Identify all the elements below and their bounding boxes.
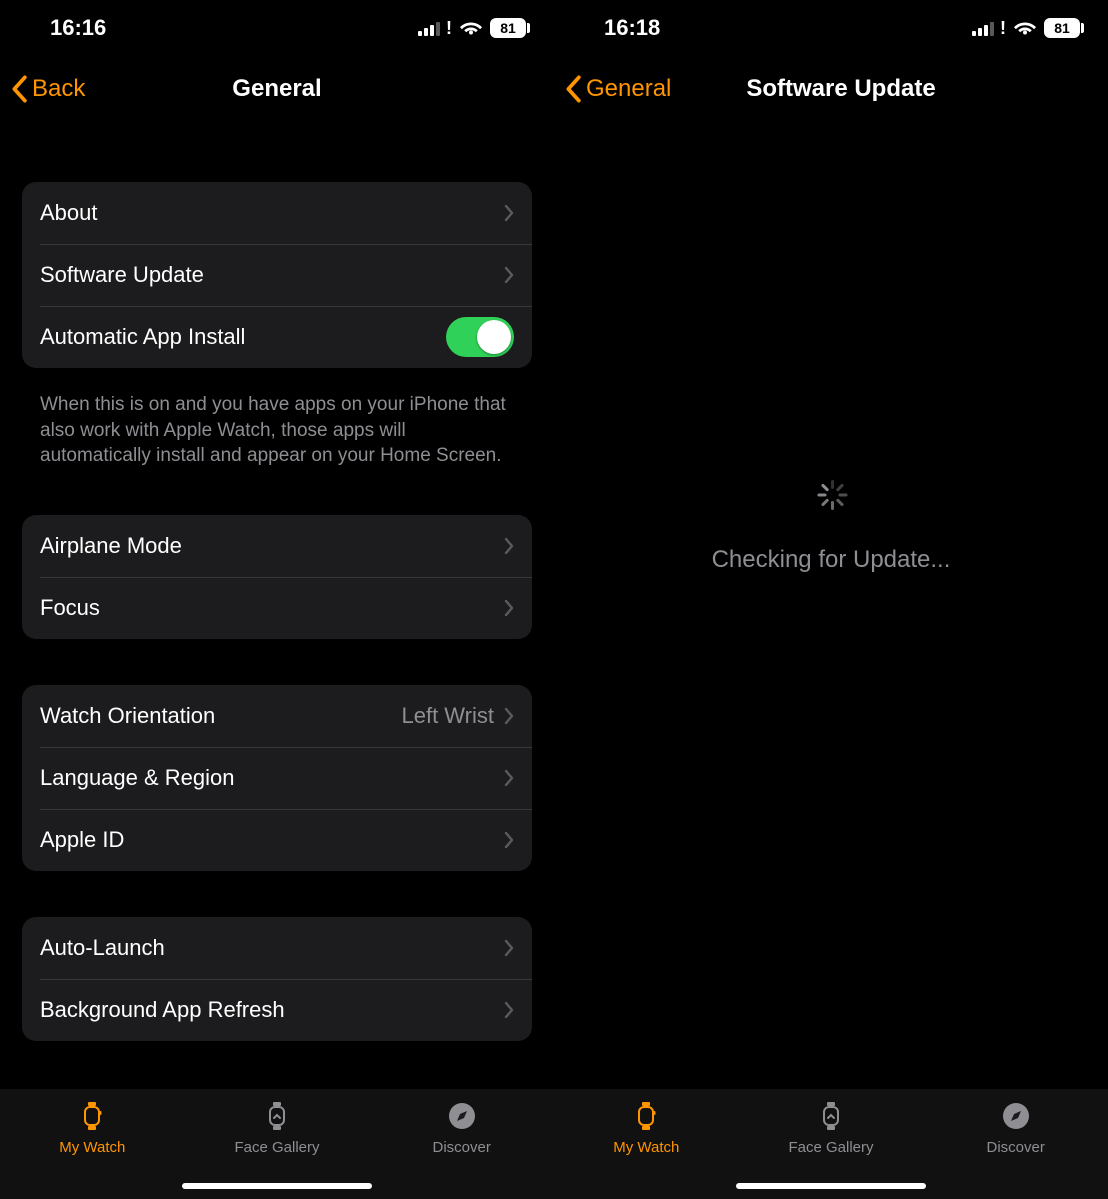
automatic-app-install-toggle[interactable] bbox=[446, 317, 514, 357]
row-label: Airplane Mode bbox=[40, 533, 504, 559]
back-button[interactable]: General bbox=[554, 75, 671, 103]
status-bar: 16:16 ! 81 bbox=[0, 0, 554, 56]
row-airplane-mode[interactable]: Airplane Mode bbox=[22, 515, 532, 577]
row-label: Apple ID bbox=[40, 827, 504, 853]
tab-bar: My Watch Face Gallery Discover bbox=[554, 1089, 1108, 1199]
tab-discover[interactable]: Discover bbox=[923, 1099, 1108, 1199]
row-label: Language & Region bbox=[40, 765, 504, 791]
watch-face-icon bbox=[264, 1099, 290, 1133]
chevron-right-icon bbox=[504, 599, 514, 617]
row-value: Left Wrist bbox=[401, 703, 494, 729]
settings-group-4: Auto-Launch Background App Refresh bbox=[22, 917, 532, 1041]
row-label: Focus bbox=[40, 595, 504, 621]
row-label: Software Update bbox=[40, 262, 504, 288]
screen-general: 16:16 ! 81 Back General About Soft bbox=[0, 0, 554, 1199]
row-apple-id[interactable]: Apple ID bbox=[22, 809, 532, 871]
wifi-icon bbox=[460, 20, 482, 36]
row-focus[interactable]: Focus bbox=[22, 577, 532, 639]
status-icons: ! 81 bbox=[972, 18, 1080, 38]
chevron-right-icon bbox=[504, 939, 514, 957]
compass-icon bbox=[1001, 1099, 1031, 1133]
row-automatic-app-install: Automatic App Install bbox=[22, 306, 532, 368]
tab-label: Discover bbox=[433, 1139, 491, 1156]
row-watch-orientation[interactable]: Watch Orientation Left Wrist bbox=[22, 685, 532, 747]
back-label: Back bbox=[32, 75, 85, 103]
no-sim-icon: ! bbox=[446, 19, 452, 37]
row-label: Auto-Launch bbox=[40, 935, 504, 961]
row-background-app-refresh[interactable]: Background App Refresh bbox=[22, 979, 532, 1041]
status-icons: ! 81 bbox=[418, 18, 526, 38]
tab-label: Face Gallery bbox=[234, 1139, 319, 1156]
row-label: Background App Refresh bbox=[40, 997, 504, 1023]
loading-text: Checking for Update... bbox=[712, 546, 951, 574]
row-label: Watch Orientation bbox=[40, 703, 401, 729]
back-button[interactable]: Back bbox=[0, 75, 85, 103]
tab-label: Discover bbox=[987, 1139, 1045, 1156]
status-time: 16:16 bbox=[50, 15, 106, 41]
home-indicator[interactable] bbox=[182, 1183, 372, 1189]
watch-icon bbox=[79, 1099, 105, 1133]
row-software-update[interactable]: Software Update bbox=[22, 244, 532, 306]
tab-bar: My Watch Face Gallery Discover bbox=[0, 1089, 554, 1199]
tab-label: My Watch bbox=[59, 1139, 125, 1156]
spinner-icon bbox=[816, 480, 846, 510]
row-about[interactable]: About bbox=[22, 182, 532, 244]
chevron-right-icon bbox=[504, 204, 514, 222]
nav-bar: Back General bbox=[0, 56, 554, 122]
cellular-icon bbox=[418, 20, 440, 36]
wifi-icon bbox=[1014, 20, 1036, 36]
row-label: About bbox=[40, 200, 504, 226]
group-footer-text: When this is on and you have apps on you… bbox=[22, 380, 532, 469]
compass-icon bbox=[447, 1099, 477, 1133]
nav-bar: General Software Update bbox=[554, 56, 1108, 122]
chevron-right-icon bbox=[504, 266, 514, 284]
settings-group-2: Airplane Mode Focus bbox=[22, 515, 532, 639]
tab-discover[interactable]: Discover bbox=[369, 1099, 554, 1199]
chevron-right-icon bbox=[504, 769, 514, 787]
chevron-right-icon bbox=[504, 831, 514, 849]
content[interactable]: About Software Update Automatic App Inst… bbox=[0, 122, 554, 1089]
settings-group-3: Watch Orientation Left Wrist Language & … bbox=[22, 685, 532, 871]
chevron-right-icon bbox=[504, 707, 514, 725]
tab-label: Face Gallery bbox=[788, 1139, 873, 1156]
watch-face-icon bbox=[818, 1099, 844, 1133]
screen-software-update: 16:18 ! 81 General Software Update bbox=[554, 0, 1108, 1199]
back-label: General bbox=[586, 75, 671, 103]
settings-group-1: About Software Update Automatic App Inst… bbox=[22, 182, 532, 368]
battery-icon: 81 bbox=[1044, 18, 1080, 38]
tab-my-watch[interactable]: My Watch bbox=[554, 1099, 739, 1199]
home-indicator[interactable] bbox=[736, 1183, 926, 1189]
row-language-region[interactable]: Language & Region bbox=[22, 747, 532, 809]
status-time: 16:18 bbox=[604, 15, 660, 41]
loading: Checking for Update... bbox=[554, 480, 1108, 574]
chevron-right-icon bbox=[504, 537, 514, 555]
no-sim-icon: ! bbox=[1000, 19, 1006, 37]
tab-label: My Watch bbox=[613, 1139, 679, 1156]
tab-my-watch[interactable]: My Watch bbox=[0, 1099, 185, 1199]
cellular-icon bbox=[972, 20, 994, 36]
status-bar: 16:18 ! 81 bbox=[554, 0, 1108, 56]
chevron-right-icon bbox=[504, 1001, 514, 1019]
row-label: Automatic App Install bbox=[40, 324, 446, 350]
watch-icon bbox=[633, 1099, 659, 1133]
row-auto-launch[interactable]: Auto-Launch bbox=[22, 917, 532, 979]
battery-icon: 81 bbox=[490, 18, 526, 38]
